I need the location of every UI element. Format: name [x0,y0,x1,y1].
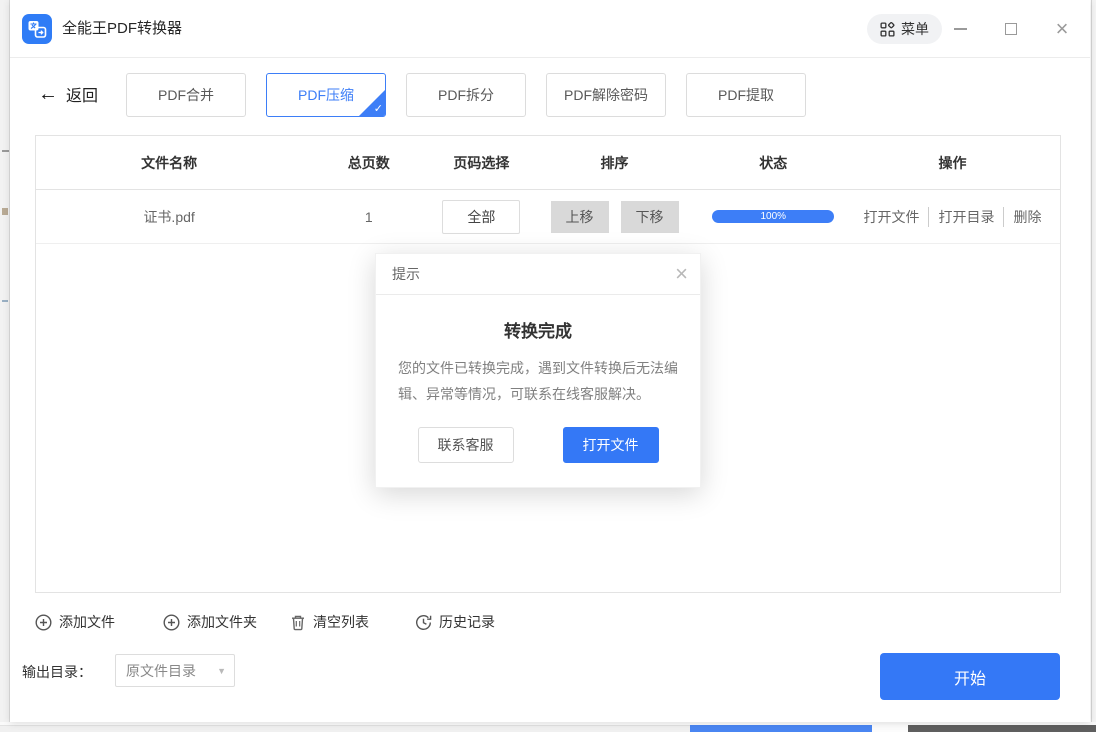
dialog-header-label: 提示 [392,264,420,284]
start-button[interactable]: 开始 [880,653,1060,700]
background-window-strip-blue [690,725,872,732]
history-clock-icon [415,614,432,631]
progress-value: 100% [760,210,786,223]
close-button[interactable]: × [1052,19,1072,39]
clear-list-button[interactable]: 清空列表 [290,606,369,638]
progress-bar: 100% [712,210,834,223]
tab-label: PDF提取 [718,85,774,105]
tab-label: PDF解除密码 [564,85,648,105]
output-dir-label: 输出目录： [22,662,92,682]
history-button[interactable]: 历史记录 [415,606,495,638]
move-up-button[interactable]: 上移 [551,201,609,233]
bottom-toolbar: 添加文件 添加文件夹 清空列表 历史记录 [10,606,1090,638]
completion-dialog: 提示 × 转换完成 您的文件已转换完成，遇到文件转换后无法编辑、异常等情况，可联… [375,253,701,488]
table-row: 证书.pdf 1 全部 上移 下移 100% 打开文件 打开目录 删除 [36,190,1060,244]
close-icon: × [1056,19,1069,39]
desktop-artifact [2,300,8,302]
tab-label: PDF压缩 [298,85,354,105]
background-window-strip-light [872,725,908,732]
add-file-button[interactable]: 添加文件 [35,606,115,638]
add-folder-label: 添加文件夹 [187,612,257,632]
col-status: 状态 [702,153,845,173]
dialog-body-text: 您的文件已转换完成，遇到文件转换后无法编辑、异常等情况，可联系在线客服解决。 [398,355,678,407]
desktop-edge-right [1091,0,1096,732]
open-file-link[interactable]: 打开文件 [863,207,919,227]
dialog-close-icon[interactable]: × [675,262,688,286]
tab-pdf-remove-password[interactable]: PDF解除密码 [546,73,666,117]
tab-pdf-merge[interactable]: PDF合并 [126,73,246,117]
tab-label: PDF拆分 [438,85,494,105]
add-folder-button[interactable]: 添加文件夹 [163,606,257,638]
back-arrow-icon: ← [38,83,58,106]
clear-list-label: 清空列表 [313,612,369,632]
output-dir-value: 原文件目录 [126,661,196,681]
maximize-icon [1005,23,1017,35]
tab-pdf-extract[interactable]: PDF提取 [686,73,806,117]
desktop-edge-bottom [0,722,1096,732]
dialog-header: 提示 × [376,254,700,295]
tab-pdf-split[interactable]: PDF拆分 [406,73,526,117]
apps-grid-icon [880,22,895,37]
table-header: 文件名称 总页数 页码选择 排序 状态 操作 [36,136,1060,190]
tab-label: PDF合并 [158,85,214,105]
app-title: 全能王PDF转换器 [62,0,182,58]
file-name: 证书.pdf [36,207,302,227]
add-file-label: 添加文件 [59,612,115,632]
menu-button[interactable]: 菜单 [867,14,942,44]
chevron-down-icon: ▼ [217,666,226,676]
nav-row: ← 返回 PDF合并 PDF压缩 ✓ PDF拆分 PDF解除密码 PDF提取 [10,72,1090,118]
dialog-title: 转换完成 [376,317,700,342]
maximize-button[interactable] [1001,19,1021,39]
col-file-name: 文件名称 [36,153,302,173]
plus-circle-icon [35,614,52,631]
minimize-icon [954,28,967,30]
delete-link[interactable]: 删除 [1003,207,1041,227]
back-label: 返回 [66,82,98,106]
menu-label: 菜单 [901,19,929,39]
page-select-button[interactable]: 全部 [442,200,520,234]
trash-icon [290,614,306,631]
total-pages: 1 [302,209,435,225]
history-label: 历史记录 [439,612,495,632]
open-folder-link[interactable]: 打开目录 [928,207,994,227]
window-controls: × [950,0,1072,58]
minimize-button[interactable] [950,19,970,39]
footer: 输出目录： 原文件目录 ▼ 开始 [10,645,1090,705]
back-button[interactable]: ← 返回 [38,82,98,106]
desktop-edge-left [0,0,10,732]
app-logo-icon [22,14,52,44]
background-window-strip-dark [908,725,1096,732]
col-total-pages: 总页数 [302,153,435,173]
plus-circle-icon [163,614,180,631]
tab-pdf-compress[interactable]: PDF压缩 ✓ [266,73,386,117]
dialog-buttons: 联系客服 打开文件 [376,427,700,463]
move-down-button[interactable]: 下移 [621,201,679,233]
col-operations: 操作 [845,153,1060,173]
desktop-artifact [2,150,9,152]
contact-support-button[interactable]: 联系客服 [418,427,514,463]
col-sort: 排序 [528,153,702,173]
check-icon: ✓ [374,102,383,115]
background-window-strip [0,725,690,732]
desktop-artifact [2,208,8,215]
open-file-button[interactable]: 打开文件 [563,427,659,463]
app-window: 全能王PDF转换器 菜单 × ← 返回 PDF合并 PDF压缩 [10,0,1090,722]
output-dir-select[interactable]: 原文件目录 ▼ [115,654,235,687]
titlebar: 全能王PDF转换器 菜单 × [10,0,1090,58]
col-page-select: 页码选择 [435,153,527,173]
